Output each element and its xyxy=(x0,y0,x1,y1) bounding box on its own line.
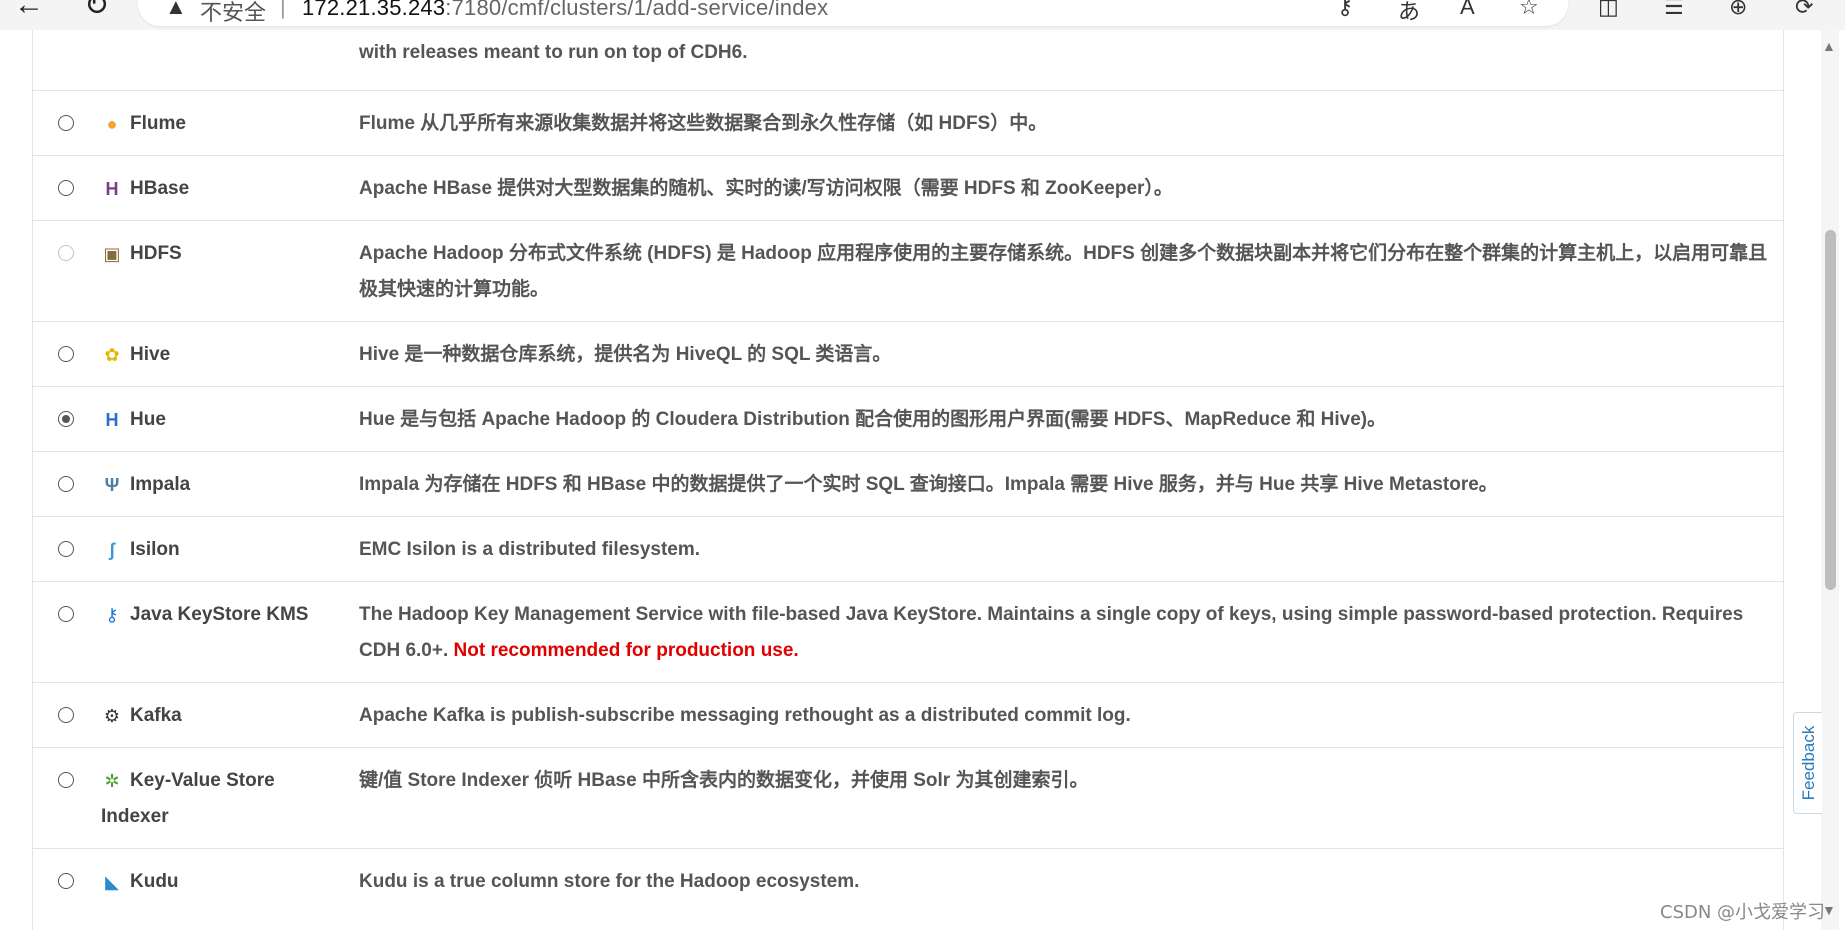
service-name: HBase xyxy=(130,178,190,199)
table-row[interactable]: ⚷ Java KeyStore KMS The Hadoop Key Manag… xyxy=(33,581,1783,683)
key-tool-icon[interactable]: ⚷ xyxy=(1337,0,1353,20)
favorite-icon[interactable]: ☆ xyxy=(1519,0,1539,20)
url-separator: | xyxy=(280,0,286,19)
warning-icon[interactable]: ▲ xyxy=(165,0,187,20)
service-description: with releases meant to run on top of CDH… xyxy=(359,42,748,63)
table-row: with releases meant to run on top of CDH… xyxy=(33,30,1783,90)
service-radio[interactable] xyxy=(58,707,74,723)
service-name: Kudu xyxy=(130,871,179,892)
feedback-label: Feedback xyxy=(1799,725,1818,801)
insecure-label: 不安全 xyxy=(200,0,267,25)
service-description: Impala 为存储在 HDFS 和 HBase 中的数据提供了一个实时 SQL… xyxy=(359,474,1498,495)
extensions-icon[interactable]: ⟳ xyxy=(1795,0,1813,20)
service-description: Kudu is a true column store for the Hado… xyxy=(359,871,860,892)
service-radio[interactable] xyxy=(58,772,74,788)
service-description: EMC Isilon is a distributed filesystem. xyxy=(359,539,701,560)
service-radio[interactable] xyxy=(58,476,74,492)
service-description: The Hadoop Key Management Service with f… xyxy=(359,597,1769,669)
page-content: with releases meant to run on top of CDH… xyxy=(0,30,1845,930)
service-radio[interactable] xyxy=(58,873,74,889)
service-description: Hive 是一种数据仓库系统，提供名为 HiveQL 的 SQL 类语言。 xyxy=(359,344,892,365)
service-radio[interactable] xyxy=(58,541,74,557)
table-row[interactable]: ʃ Isilon EMC Isilon is a distributed fil… xyxy=(33,516,1783,582)
favorites-list-icon[interactable]: ☰ xyxy=(1664,0,1684,20)
service-name: Impala xyxy=(130,474,191,495)
service-description: Apache Hadoop 分布式文件系统 (HDFS) 是 Hadoop 应用… xyxy=(359,243,1768,300)
service-name: HDFS xyxy=(130,243,182,264)
browser-toolbar: ← ↻ ▲ 不安全 | 172.21.35.243:7180/cmf/clust… xyxy=(0,0,1845,30)
table-row[interactable]: ◣ Kudu Kudu is a true column store for t… xyxy=(33,848,1783,930)
service-description: Hue 是与包括 Apache Hadoop 的 Cloudera Distri… xyxy=(359,409,1387,430)
service-name: Hive xyxy=(130,344,171,365)
table-row: ▣ HDFS Apache Hadoop 分布式文件系统 (HDFS) 是 Ha… xyxy=(33,220,1783,322)
service-radio[interactable] xyxy=(58,115,74,131)
production-warning: Not recommended for production use. xyxy=(453,640,799,661)
service-description: Apache Kafka is publish-subscribe messag… xyxy=(359,705,1131,726)
url-text[interactable]: 172.21.35.243:7180/cmf/clusters/1/add-se… xyxy=(302,0,828,21)
scrollbar-thumb[interactable] xyxy=(1825,230,1836,590)
reload-icon[interactable]: ↻ xyxy=(84,0,109,23)
url-host: 172.21.35.243 xyxy=(302,0,446,20)
table-row[interactable]: Ψ Impala Impala 为存储在 HDFS 和 HBase 中的数据提供… xyxy=(33,451,1783,517)
service-radio[interactable] xyxy=(58,606,74,622)
collections-icon[interactable]: ⊕ xyxy=(1729,0,1747,20)
table-row[interactable]: ✲ Key-Value Store Indexer 键/值 Store Inde… xyxy=(33,747,1783,849)
service-name: Isilon xyxy=(130,539,180,560)
table-row[interactable]: H HBase Apache HBase 提供对大型数据集的随机、实时的读/写访… xyxy=(33,155,1783,221)
feedback-tab[interactable]: Feedback xyxy=(1793,712,1822,814)
service-name: Java KeyStore KMS xyxy=(130,604,309,625)
service-radio[interactable] xyxy=(58,346,74,362)
service-description: 键/值 Store Indexer 侦听 HBase 中所含表内的数据变化，并使… xyxy=(359,770,1089,791)
read-aloud-icon[interactable]: A xyxy=(1460,0,1475,20)
service-description: Flume 从几乎所有来源收集数据并将这些数据聚合到永久性存储（如 HDFS）中… xyxy=(359,113,1048,134)
service-radio[interactable] xyxy=(58,411,74,427)
service-radio xyxy=(58,245,74,261)
service-name: Key-Value Store Indexer xyxy=(101,770,275,827)
scroll-up-icon[interactable]: ▲ xyxy=(1822,38,1836,54)
table-row[interactable]: ● Flume Flume 从几乎所有来源收集数据并将这些数据聚合到永久性存储（… xyxy=(33,90,1783,156)
service-description: Apache HBase 提供对大型数据集的随机、实时的读/写访问权限（需要 H… xyxy=(359,178,1173,199)
service-name: Hue xyxy=(130,409,166,430)
back-icon[interactable]: ← xyxy=(14,0,44,22)
table-row[interactable]: ⚙ Kafka Apache Kafka is publish-subscrib… xyxy=(33,682,1783,748)
watermark: CSDN @小戈爱学习 xyxy=(1660,902,1826,923)
service-table: with releases meant to run on top of CDH… xyxy=(32,30,1784,930)
service-name: Flume xyxy=(130,113,186,134)
service-name: Kafka xyxy=(130,705,182,726)
split-screen-icon[interactable]: ◫ xyxy=(1598,0,1619,20)
table-row[interactable]: H Hue Hue 是与包括 Apache Hadoop 的 Cloudera … xyxy=(33,386,1783,452)
service-radio[interactable] xyxy=(58,180,74,196)
translate-icon[interactable]: あ xyxy=(1398,0,1420,26)
table-row[interactable]: ✿ Hive Hive 是一种数据仓库系统，提供名为 HiveQL 的 SQL … xyxy=(33,321,1783,387)
url-path: :7180/cmf/clusters/1/add-service/index xyxy=(445,0,829,20)
